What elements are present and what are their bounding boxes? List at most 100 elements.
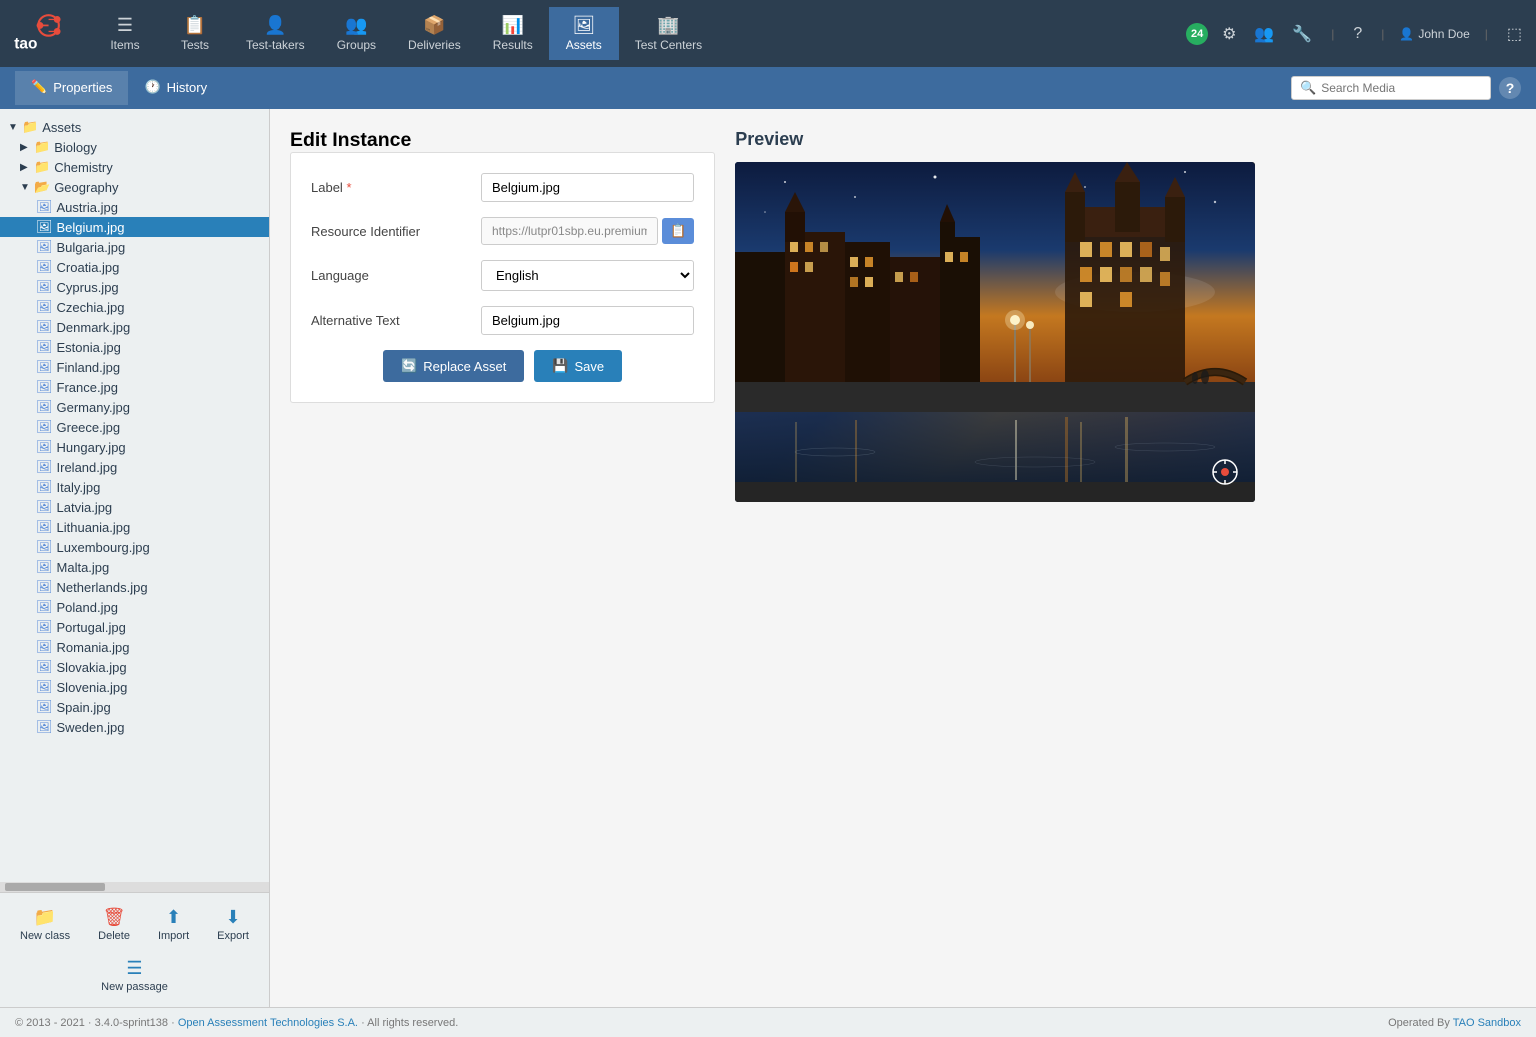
sidebar-item-bulgaria[interactable]: 🖼 Bulgaria.jpg xyxy=(0,237,269,257)
resource-id-group: Resource Identifier 📋 xyxy=(311,217,694,245)
sidebar-item-czechia[interactable]: 🖼 Czechia.jpg xyxy=(0,297,269,317)
sidebar-item-biology[interactable]: ▶ 📁 Biology xyxy=(0,137,269,157)
sidebar-item-poland[interactable]: 🖼 Poland.jpg xyxy=(0,597,269,617)
sub-nav-help-button[interactable]: ? xyxy=(1499,77,1521,99)
replace-asset-button[interactable]: 🔄 Replace Asset xyxy=(383,350,524,382)
sidebar-item-hungary[interactable]: 🖼 Hungary.jpg xyxy=(0,437,269,457)
tab-properties[interactable]: ✏️ Properties xyxy=(15,71,128,105)
help-icon[interactable]: ? xyxy=(1349,21,1366,47)
sidebar-item-ireland[interactable]: 🖼 Ireland.jpg xyxy=(0,457,269,477)
replace-icon: 🔄 xyxy=(401,358,417,374)
footer-company-link[interactable]: Open Assessment Technologies S.A. xyxy=(178,1017,358,1029)
export-icon: ⬇ xyxy=(226,907,241,928)
footer-sandbox-link[interactable]: TAO Sandbox xyxy=(1453,1017,1521,1029)
sidebar-item-estonia[interactable]: 🖼 Estonia.jpg xyxy=(0,337,269,357)
wrench-icon[interactable]: 🔧 xyxy=(1288,20,1316,48)
import-button[interactable]: ⬆ Import xyxy=(148,901,199,948)
search-icon: 🔍 xyxy=(1300,80,1316,96)
delete-button[interactable]: 🗑 Delete xyxy=(88,901,140,948)
sidebar-item-romania[interactable]: 🖼 Romania.jpg xyxy=(0,637,269,657)
new-passage-button[interactable]: ☰ New passage xyxy=(8,952,261,999)
nav-groups-item[interactable]: 👥 Groups xyxy=(321,7,392,60)
sidebar-item-austria[interactable]: 🖼 Austria.jpg xyxy=(0,197,269,217)
edit-instance-title: Edit Instance xyxy=(290,129,715,152)
nav-assets-item[interactable]: 🖼 Assets xyxy=(549,7,619,60)
tests-icon: 📋 xyxy=(184,15,206,36)
alt-text-input[interactable] xyxy=(481,306,694,335)
sidebar-item-greece[interactable]: 🖼 Greece.jpg xyxy=(0,417,269,437)
nav-deliveries-item[interactable]: 📦 Deliveries xyxy=(392,7,477,60)
new-passage-label: New passage xyxy=(101,981,168,993)
nav-test-takers-item[interactable]: 👤 Test-takers xyxy=(230,7,321,60)
form-actions: 🔄 Replace Asset 💾 Save xyxy=(311,350,694,382)
sidebar-item-sweden[interactable]: 🖼 Sweden.jpg xyxy=(0,717,269,737)
sidebar-item-lithuania[interactable]: 🖼 Lithuania.jpg xyxy=(0,517,269,537)
user-menu[interactable]: 👤 John Doe xyxy=(1399,27,1469,41)
sidebar-root-assets[interactable]: ▼ 📁 Assets xyxy=(0,117,269,137)
file-label-sweden: Sweden.jpg xyxy=(57,720,125,735)
sidebar-item-finland[interactable]: 🖼 Finland.jpg xyxy=(0,357,269,377)
sidebar-item-france[interactable]: 🖼 France.jpg xyxy=(0,377,269,397)
file-icon-ireland: 🖼 xyxy=(36,459,53,475)
file-icon-netherlands: 🖼 xyxy=(36,579,53,595)
file-label-portugal: Portugal.jpg xyxy=(57,620,126,635)
nav-items-item[interactable]: ☰ Items xyxy=(90,7,160,60)
settings-icon[interactable]: ⚙ xyxy=(1218,20,1240,48)
resource-id-input[interactable] xyxy=(481,217,658,245)
sidebar-item-chemistry[interactable]: ▶ 📁 Chemistry xyxy=(0,157,269,177)
file-label-netherlands: Netherlands.jpg xyxy=(57,580,148,595)
nav-test-takers-label: Test-takers xyxy=(246,38,305,52)
file-icon-denmark: 🖼 xyxy=(36,319,53,335)
sidebar-item-spain[interactable]: 🖼 Spain.jpg xyxy=(0,697,269,717)
sidebar-hscroll[interactable] xyxy=(0,882,269,892)
chemistry-label: Chemistry xyxy=(54,160,113,175)
sidebar-item-germany[interactable]: 🖼 Germany.jpg xyxy=(0,397,269,417)
search-media-input[interactable] xyxy=(1321,81,1481,95)
chemistry-folder-icon: 📁 xyxy=(34,159,50,175)
file-icon-bulgaria: 🖼 xyxy=(36,239,53,255)
sidebar-item-geography[interactable]: ▼ 📂 Geography xyxy=(0,177,269,197)
deliveries-icon: 📦 xyxy=(423,15,445,36)
nav-test-centers-item[interactable]: 🏢 Test Centers xyxy=(619,7,718,60)
nav-deliveries-label: Deliveries xyxy=(408,38,461,52)
footer-left: © 2013 - 2021 · 3.4.0-sprint138 · Open A… xyxy=(15,1017,458,1029)
sidebar-item-netherlands[interactable]: 🖼 Netherlands.jpg xyxy=(0,577,269,597)
tab-history[interactable]: 🕐 History xyxy=(128,71,223,105)
preview-title: Preview xyxy=(735,129,1516,150)
logout-icon[interactable]: ⬚ xyxy=(1503,20,1526,48)
sidebar-item-italy[interactable]: 🖼 Italy.jpg xyxy=(0,477,269,497)
file-icon-luxembourg: 🖼 xyxy=(36,539,53,555)
notification-badge[interactable]: 24 xyxy=(1186,23,1208,45)
alt-text-group: Alternative Text xyxy=(311,306,694,335)
nav-results-item[interactable]: 📊 Results xyxy=(477,7,549,60)
sidebar-item-cyprus[interactable]: 🖼 Cyprus.jpg xyxy=(0,277,269,297)
file-label-france: France.jpg xyxy=(57,380,118,395)
label-input[interactable] xyxy=(481,173,694,202)
sidebar-item-belgium[interactable]: 🖼 Belgium.jpg xyxy=(0,217,269,237)
sidebar-item-slovakia[interactable]: 🖼 Slovakia.jpg xyxy=(0,657,269,677)
nav-tests-item[interactable]: 📋 Tests xyxy=(160,7,230,60)
file-icon-latvia: 🖼 xyxy=(36,499,53,515)
sidebar-item-denmark[interactable]: 🖼 Denmark.jpg xyxy=(0,317,269,337)
root-toggle-icon: ▼ xyxy=(8,122,20,133)
footer-right: Operated By TAO Sandbox xyxy=(1388,1017,1521,1029)
sidebar-item-luxembourg[interactable]: 🖼 Luxembourg.jpg xyxy=(0,537,269,557)
file-label-malta: Malta.jpg xyxy=(57,560,110,575)
file-icon-austria: 🖼 xyxy=(36,199,53,215)
sidebar-item-latvia[interactable]: 🖼 Latvia.jpg xyxy=(0,497,269,517)
sidebar-item-portugal[interactable]: 🖼 Portugal.jpg xyxy=(0,617,269,637)
geography-folder-icon: 📂 xyxy=(34,179,50,195)
save-button[interactable]: 💾 Save xyxy=(534,350,622,382)
users-icon[interactable]: 👥 xyxy=(1250,20,1278,48)
sidebar-item-malta[interactable]: 🖼 Malta.jpg xyxy=(0,557,269,577)
app-logo[interactable]: tao xyxy=(10,9,70,59)
copy-resource-id-button[interactable]: 📋 xyxy=(662,218,694,244)
export-label: Export xyxy=(217,930,249,942)
delete-label: Delete xyxy=(98,930,130,942)
biology-label: Biology xyxy=(54,140,97,155)
sidebar-item-slovenia[interactable]: 🖼 Slovenia.jpg xyxy=(0,677,269,697)
language-select[interactable]: English French German xyxy=(481,260,694,291)
new-class-button[interactable]: 📁 New class xyxy=(10,901,80,948)
export-button[interactable]: ⬇ Export xyxy=(207,901,259,948)
sidebar-item-croatia[interactable]: 🖼 Croatia.jpg xyxy=(0,257,269,277)
